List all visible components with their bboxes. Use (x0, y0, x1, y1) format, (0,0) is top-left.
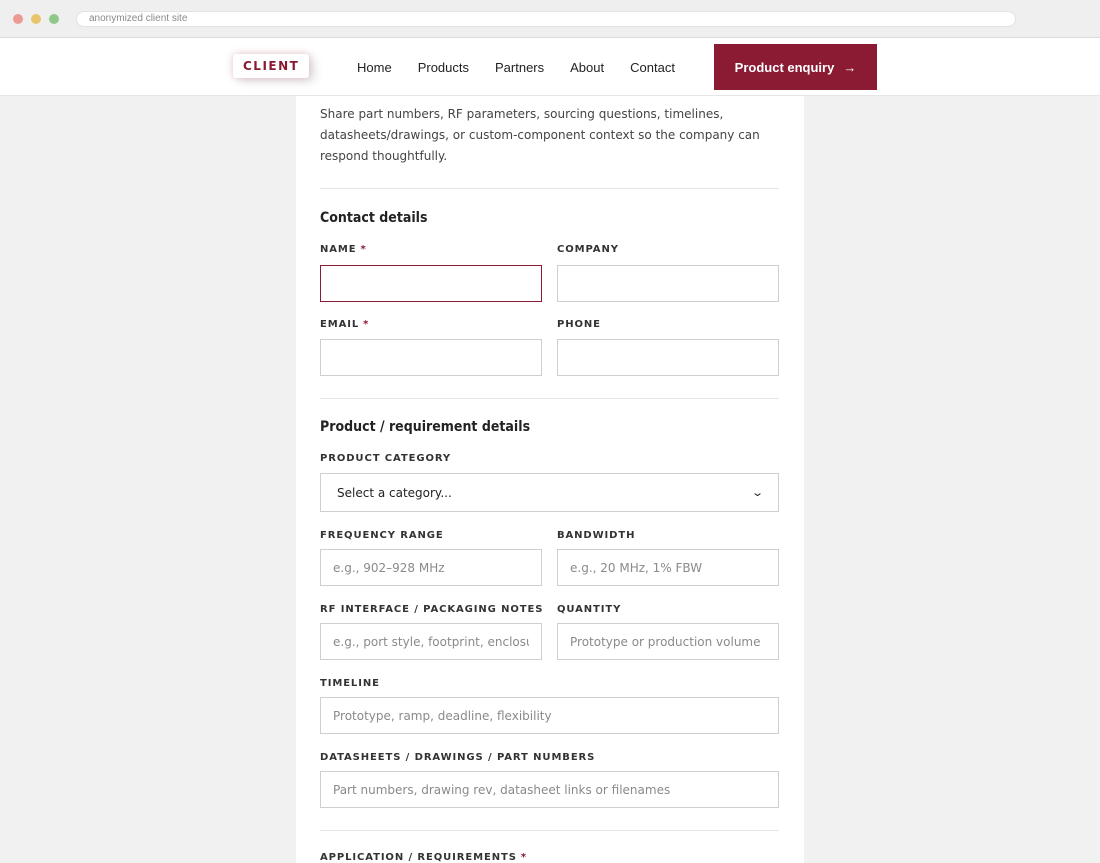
client-logo[interactable]: CLIENT (233, 54, 310, 78)
section-divider (320, 830, 779, 831)
email-label: EMAIL * (320, 319, 370, 330)
application-requirements-label: APPLICATION / REQUIREMENTS * (320, 852, 527, 863)
company-label: COMPANY (557, 244, 619, 255)
browser-chrome: anonymized client site (0, 0, 1100, 38)
enquiry-form-card: Share part numbers, RF parameters, sourc… (296, 96, 804, 863)
timeline-label: TIMELINE (320, 678, 380, 689)
name-label: NAME * (320, 244, 367, 255)
address-bar[interactable]: anonymized client site (76, 11, 1016, 27)
form-intro-text: Share part numbers, RF parameters, sourc… (320, 107, 760, 163)
product-category-select[interactable]: Select a category... ⌄ (320, 473, 779, 512)
bandwidth-input[interactable] (557, 549, 779, 586)
datasheets-input[interactable] (320, 771, 779, 808)
nav-home[interactable]: Home (357, 60, 392, 75)
company-input[interactable] (557, 265, 779, 302)
product-details-heading: Product / requirement details (320, 419, 531, 435)
phone-label: PHONE (557, 319, 601, 330)
timeline-input[interactable] (320, 697, 779, 734)
nav-products[interactable]: Products (418, 60, 469, 75)
name-input[interactable] (320, 265, 542, 302)
minimize-window-dot[interactable] (31, 14, 41, 24)
required-marker: * (363, 319, 370, 330)
required-marker: * (520, 852, 527, 863)
chevron-down-icon: ⌄ (750, 486, 764, 499)
quantity-label: QUANTITY (557, 604, 622, 615)
section-divider (320, 398, 779, 399)
contact-details-heading: Contact details (320, 210, 428, 226)
frequency-range-label: FREQUENCY RANGE (320, 530, 444, 541)
close-window-dot[interactable] (13, 14, 23, 24)
arrow-right-icon: → (843, 59, 857, 75)
datasheets-label: DATASHEETS / DRAWINGS / PART NUMBERS (320, 752, 596, 763)
nav-partners[interactable]: Partners (495, 60, 544, 75)
quantity-input[interactable] (557, 623, 779, 660)
nav-about[interactable]: About (570, 60, 604, 75)
product-category-value: Select a category... (337, 485, 452, 500)
product-enquiry-button[interactable]: Product enquiry → (714, 44, 877, 90)
maximize-window-dot[interactable] (49, 14, 59, 24)
phone-input[interactable] (557, 339, 779, 376)
section-divider (320, 188, 779, 189)
main-nav: Home Products Partners About Contact (357, 38, 675, 96)
site-header: CLIENT Home Products Partners About Cont… (0, 38, 1100, 96)
product-enquiry-label: Product enquiry (734, 59, 835, 75)
product-category-label: PRODUCT CATEGORY (320, 453, 452, 464)
rf-interface-input[interactable] (320, 623, 542, 660)
frequency-range-input[interactable] (320, 549, 542, 586)
bandwidth-label: BANDWIDTH (557, 530, 636, 541)
email-input[interactable] (320, 339, 542, 376)
required-marker: * (360, 244, 367, 255)
rf-interface-label: RF INTERFACE / PACKAGING NOTES (320, 604, 544, 615)
nav-contact[interactable]: Contact (630, 60, 675, 75)
